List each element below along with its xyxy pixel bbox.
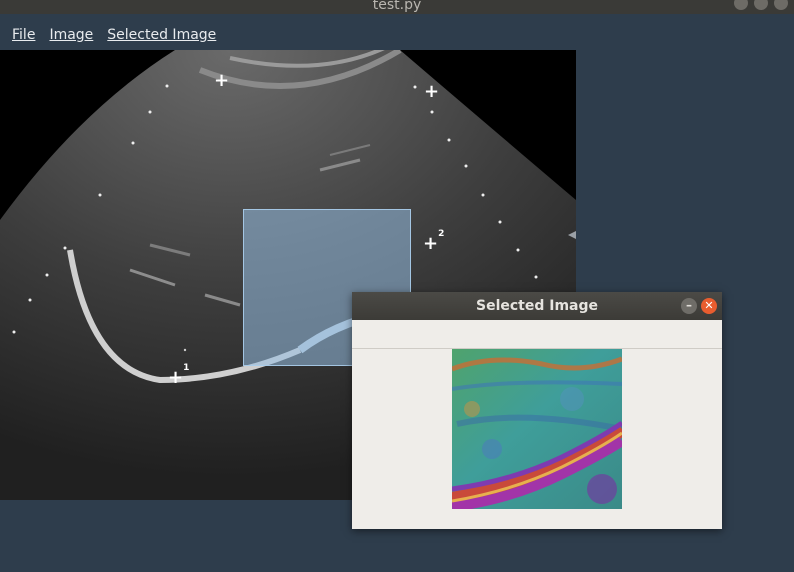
dialog-toolbar bbox=[352, 320, 722, 349]
maximize-window-button[interactable] bbox=[754, 0, 768, 10]
selected-image-dialog: Selected Image – ✕ bbox=[352, 292, 722, 529]
menu-bar: File Image Selected Image bbox=[0, 22, 794, 48]
crosshair-marker-icon[interactable]: + bbox=[424, 83, 439, 101]
menu-file[interactable]: File bbox=[12, 22, 35, 48]
dialog-title: Selected Image bbox=[475, 298, 598, 314]
window-title: test.py bbox=[372, 0, 422, 13]
minimize-window-button[interactable] bbox=[734, 0, 748, 10]
dialog-title-bar: Selected Image – ✕ bbox=[352, 292, 722, 320]
arrow-left-icon bbox=[568, 231, 576, 239]
selected-image-thumbnail bbox=[452, 349, 622, 509]
minimize-icon[interactable]: – bbox=[681, 298, 697, 314]
crosshair-marker-1[interactable]: +1 bbox=[168, 363, 189, 387]
menu-image[interactable]: Image bbox=[49, 22, 93, 48]
crosshair-marker-2[interactable]: +2 bbox=[423, 229, 444, 253]
window-title-bar: test.py bbox=[0, 0, 794, 14]
menu-selected-image[interactable]: Selected Image bbox=[107, 22, 216, 48]
close-window-button[interactable] bbox=[774, 0, 788, 10]
close-icon[interactable]: ✕ bbox=[701, 298, 717, 314]
crosshair-marker-icon[interactable]: + bbox=[214, 72, 229, 90]
